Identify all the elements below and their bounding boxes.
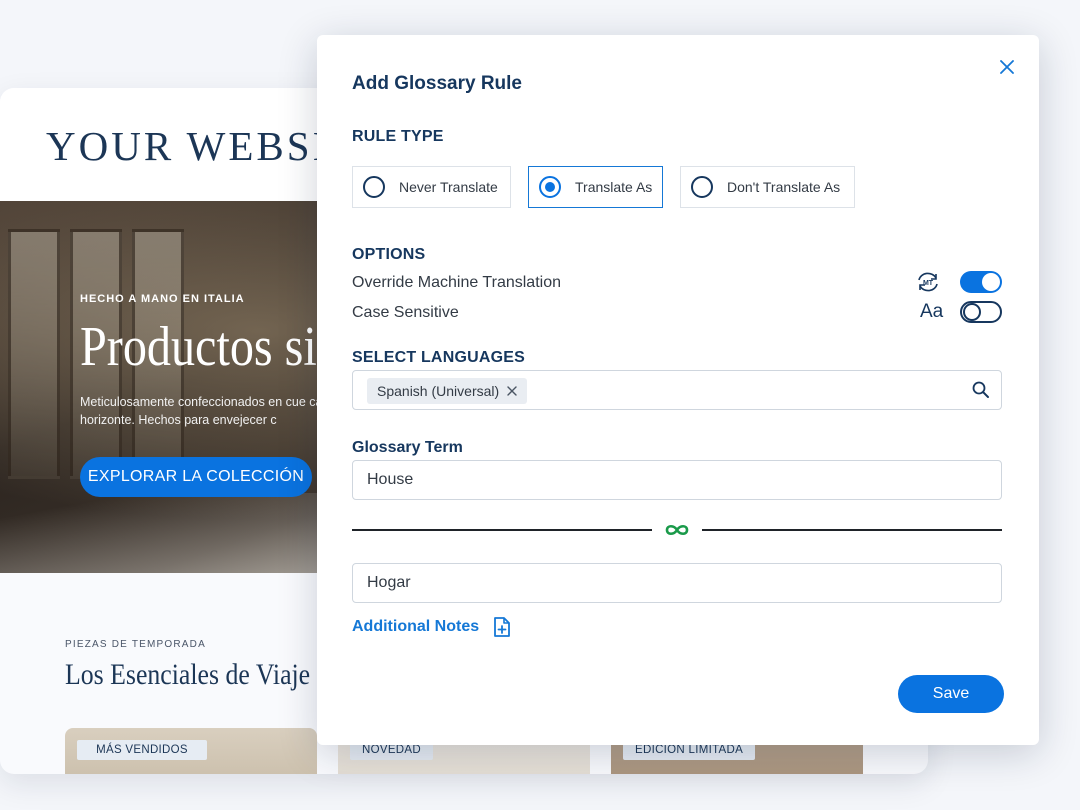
hero-window-decor	[8, 229, 60, 479]
section-title: Los Esenciales de Viaje	[65, 658, 311, 691]
search-icon[interactable]	[971, 380, 991, 400]
explore-collection-button[interactable]: EXPLORAR LA COLECCIÓN	[80, 457, 312, 497]
hero-eyebrow: HECHO A MANO EN ITALIA	[80, 293, 245, 305]
product-badge: MÁS VENDIDOS	[77, 740, 207, 760]
radio-dont-translate-as[interactable]: Don't Translate As	[680, 166, 855, 208]
radio-label: Translate As	[575, 179, 653, 195]
radio-translate-as[interactable]: Translate As	[528, 166, 663, 208]
close-icon	[1000, 60, 1014, 74]
radio-circle	[363, 176, 385, 198]
add-note-icon	[494, 617, 511, 637]
additional-notes-link[interactable]: Additional Notes	[352, 617, 511, 637]
radio-label: Never Translate	[399, 179, 498, 195]
override-mt-label: Override Machine Translation	[352, 274, 561, 291]
language-selector[interactable]: Spanish (Universal)	[352, 370, 1002, 410]
divider-line	[352, 529, 652, 531]
add-glossary-rule-modal: Add Glossary Rule RULE TYPE Never Transl…	[317, 35, 1039, 745]
case-sensitive-toggle[interactable]	[960, 301, 1002, 323]
svg-text:MT: MT	[923, 280, 934, 287]
hero-title: Productos si	[80, 316, 317, 378]
infinity-link-icon	[665, 524, 689, 536]
divider-line	[702, 529, 1002, 531]
close-icon	[507, 386, 517, 396]
toggle-knob	[982, 273, 1000, 291]
case-sensitive-icon: Aa	[920, 301, 944, 322]
language-chip: Spanish (Universal)	[367, 378, 528, 404]
options-label: OPTIONS	[352, 246, 426, 263]
rule-type-label: RULE TYPE	[352, 128, 444, 145]
section-eyebrow: PIEZAS DE TEMPORADA	[65, 639, 206, 650]
glossary-term-label: Glossary Term	[352, 439, 463, 456]
toggle-knob	[963, 303, 981, 321]
close-button[interactable]	[995, 55, 1019, 79]
save-button[interactable]: Save	[898, 675, 1004, 713]
machine-translation-icon: MT	[918, 272, 938, 292]
product-card[interactable]: MÁS VENDIDOS	[65, 728, 317, 774]
language-chip-label: Spanish (Universal)	[377, 383, 500, 399]
remove-language-button[interactable]	[507, 386, 517, 396]
radio-selected-dot	[545, 182, 555, 192]
additional-notes-label: Additional Notes	[352, 618, 480, 635]
radio-circle	[691, 176, 713, 198]
override-mt-toggle[interactable]	[960, 271, 1002, 293]
case-sensitive-label: Case Sensitive	[352, 304, 459, 321]
radio-circle	[539, 176, 561, 198]
modal-title: Add Glossary Rule	[352, 73, 522, 94]
radio-never-translate[interactable]: Never Translate	[352, 166, 511, 208]
translation-input[interactable]	[352, 563, 1002, 603]
select-languages-label: SELECT LANGUAGES	[352, 349, 525, 366]
glossary-term-input[interactable]	[352, 460, 1002, 500]
radio-label: Don't Translate As	[727, 179, 841, 195]
